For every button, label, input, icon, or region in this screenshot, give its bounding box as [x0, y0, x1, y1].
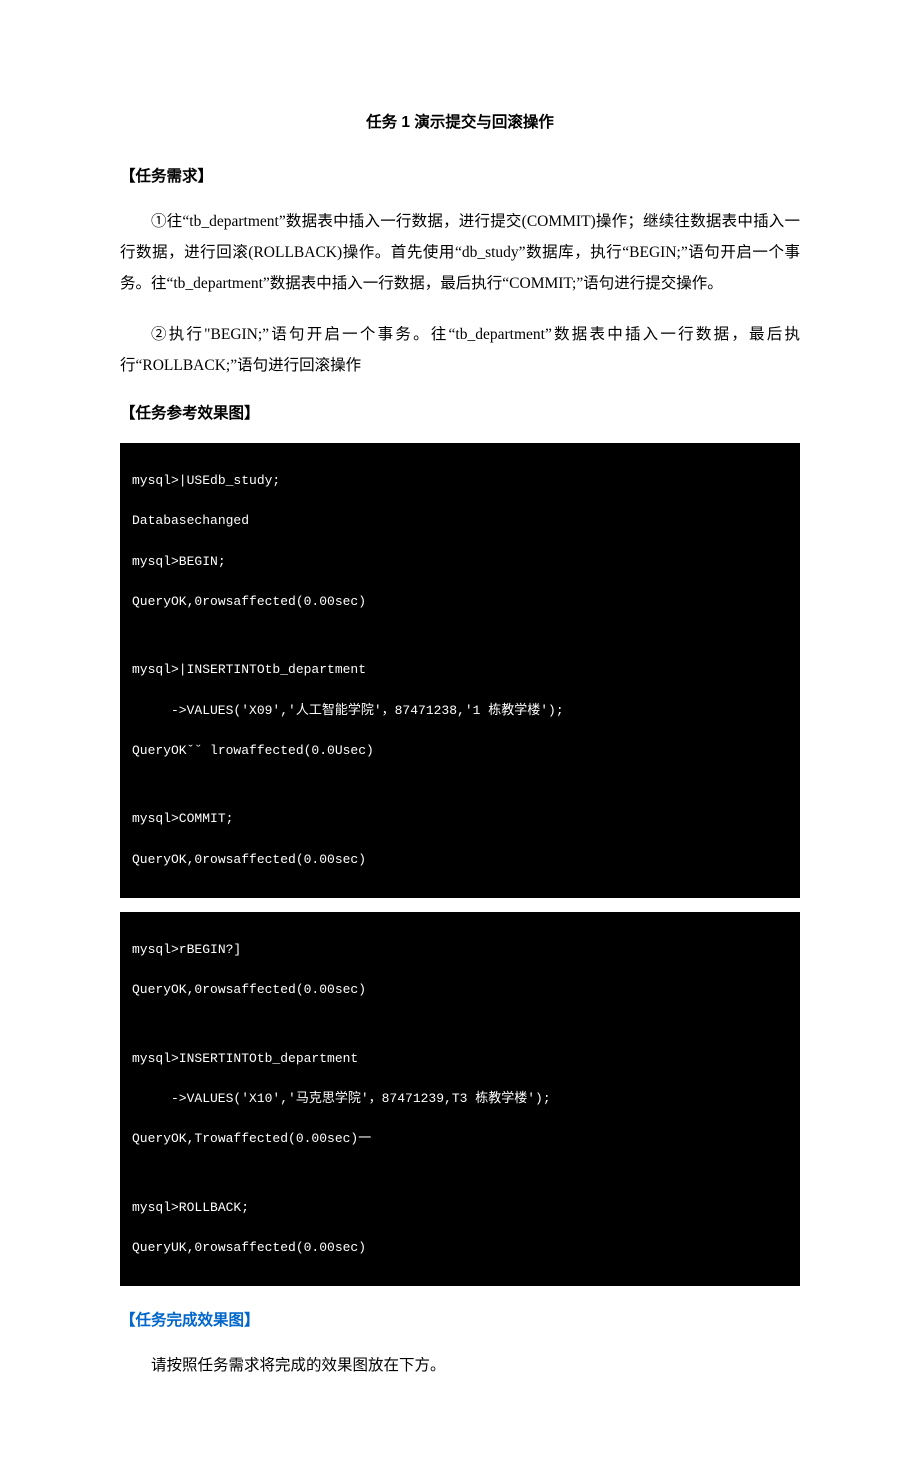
- code-spacer: [132, 781, 788, 789]
- page-title: 任务 1 演示提交与回滚操作: [120, 110, 800, 132]
- code-spacer: [132, 1170, 788, 1178]
- code-line: mysql>INSERTINTOtb_department: [132, 1049, 788, 1069]
- code-block-commit: mysql>|USEdb_study; Databasechanged mysq…: [120, 443, 800, 898]
- code-line: mysql>COMMIT;: [132, 809, 788, 829]
- code-line: mysql>|INSERTINTOtb_department: [132, 660, 788, 680]
- code-line: mysql>rBEGIN?]: [132, 940, 788, 960]
- code-line: QueryOK,Trowaffected(0.00sec)一: [132, 1129, 788, 1149]
- paragraph-requirement-1: ①往“tb_department”数据表中插入一行数据，进行提交(COMMIT)…: [120, 206, 800, 299]
- code-line: QueryOKˇ˘ lrowaffected(0.0Usec): [132, 741, 788, 761]
- paragraph-requirement-2: ②执行"BEGIN;”语句开启一个事务。往“tb_department”数据表中…: [120, 319, 800, 381]
- code-line: mysql>ROLLBACK;: [132, 1198, 788, 1218]
- code-block-rollback: mysql>rBEGIN?] QueryOK,0rowsaffected(0.0…: [120, 912, 800, 1286]
- paragraph-complete-instruction: 请按照任务需求将完成的效果图放在下方。: [120, 1350, 800, 1381]
- code-line: QueryUK,0rowsaffected(0.00sec): [132, 1238, 788, 1258]
- code-line: QueryOK,0rowsaffected(0.00sec): [132, 850, 788, 870]
- code-line: Databasechanged: [132, 511, 788, 531]
- code-line: mysql>|USEdb_study;: [132, 471, 788, 491]
- heading-task-complete: 【任务完成效果图】: [120, 1308, 800, 1330]
- code-line: QueryOK,0rowsaffected(0.00sec): [132, 592, 788, 612]
- code-line: ->VALUES('X10','马克思学院'，87471239,T3 栋教学楼'…: [132, 1089, 788, 1109]
- heading-task-requirement: 【任务需求】: [120, 164, 800, 186]
- code-line: mysql>BEGIN;: [132, 552, 788, 572]
- code-spacer: [132, 1021, 788, 1029]
- heading-reference-result: 【任务参考效果图】: [120, 401, 800, 423]
- code-line: QueryOK,0rowsaffected(0.00sec): [132, 980, 788, 1000]
- code-spacer: [132, 632, 788, 640]
- code-line: ->VALUES('X09','人工智能学院'，87471238,'1 栋教学楼…: [132, 701, 788, 721]
